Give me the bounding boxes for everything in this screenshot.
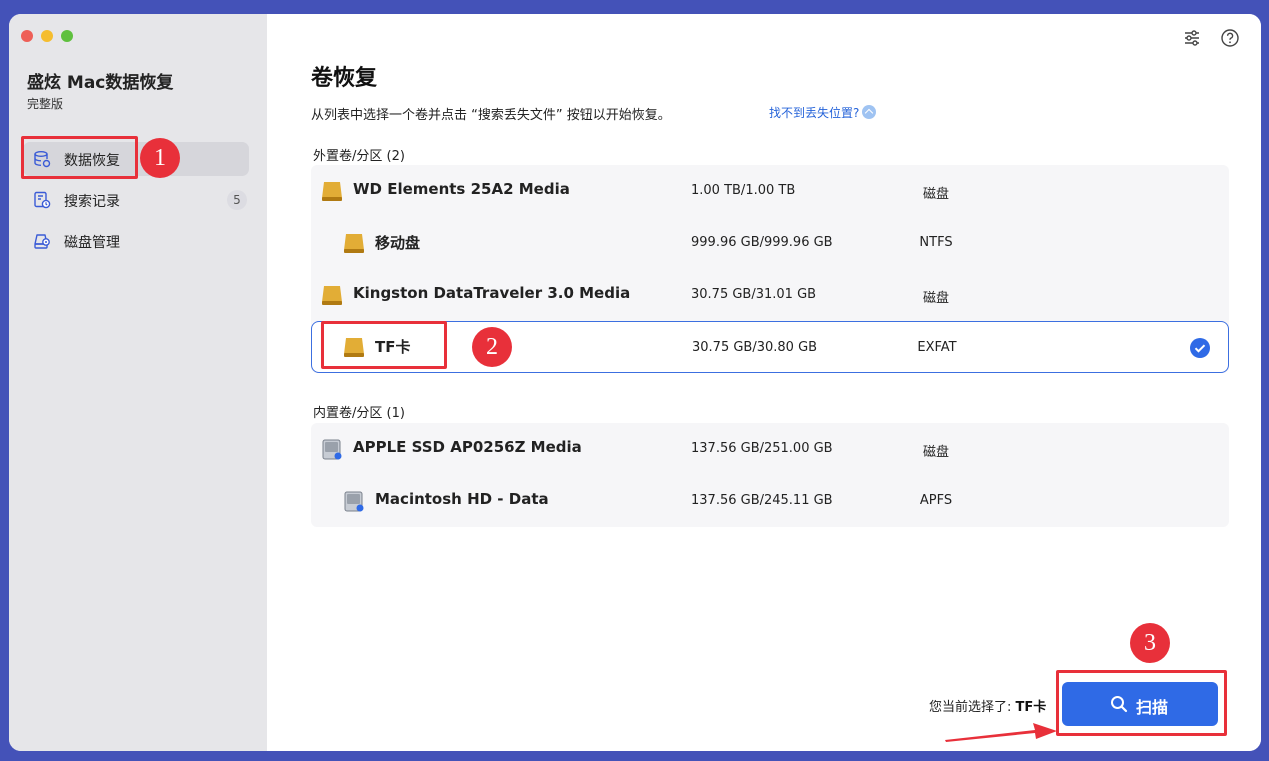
internal-disk-icon — [322, 439, 342, 460]
sidebar-item-search-history[interactable]: 搜索记录 5 — [23, 183, 249, 217]
volume-size: 30.75 GB/30.80 GB — [692, 340, 818, 355]
partition-disk-icon — [344, 234, 364, 253]
annotation-marker-2: 2 — [472, 327, 512, 367]
external-disk-icon — [322, 286, 342, 305]
volume-filesystem: EXFAT — [917, 340, 957, 355]
volume-row[interactable]: Macintosh HD - Data 137.56 GB/245.11 GB … — [311, 475, 1229, 527]
sidebar-item-label: 磁盘管理 — [64, 235, 120, 251]
chevron-up-icon — [862, 105, 877, 119]
volume-size: 999.96 GB/999.96 GB — [691, 235, 833, 250]
external-volume-list: WD Elements 25A2 Media 1.00 TB/1.00 TB 磁… — [311, 165, 1229, 373]
volume-size: 137.56 GB/251.00 GB — [691, 441, 833, 456]
annotation-arrow-icon — [945, 723, 1057, 742]
annotation-box-2 — [321, 321, 447, 369]
page-title: 卷恢复 — [311, 66, 378, 91]
sidebar-item-disk-management[interactable]: 磁盘管理 — [23, 224, 249, 258]
close-window-button[interactable] — [21, 30, 33, 42]
app-title: 盛炫 Mac数据恢复 — [27, 73, 174, 93]
sidebar-item-label: 搜索记录 — [64, 194, 120, 210]
internal-volumes-heading: 内置卷/分区 (1) — [313, 406, 405, 421]
cannot-find-location-link[interactable]: 找不到丢失位置? — [769, 104, 877, 121]
main-panel: 卷恢复 从列表中选择一个卷并点击 “搜索丢失文件” 按钮以开始恢复。 找不到丢失… — [267, 14, 1261, 751]
volume-name: Macintosh HD - Data — [375, 490, 549, 508]
volume-row[interactable]: 移动盘 999.96 GB/999.96 GB NTFS — [311, 217, 1229, 269]
volume-row[interactable]: WD Elements 25A2 Media 1.00 TB/1.00 TB 磁… — [311, 165, 1229, 217]
volume-name: Kingston DataTraveler 3.0 Media — [353, 284, 631, 302]
zoom-window-button[interactable] — [61, 30, 73, 42]
app-window: 盛炫 Mac数据恢复 完整版 数据恢复 搜索记录 5 磁盘管理 1 卷恢复 从列… — [9, 14, 1261, 751]
volume-size: 1.00 TB/1.00 TB — [691, 183, 796, 198]
volume-filesystem: 磁盘 — [922, 445, 949, 460]
volume-size: 137.56 GB/245.11 GB — [691, 493, 833, 508]
help-link-label: 找不到丢失位置? — [769, 106, 860, 120]
search-history-count-badge: 5 — [227, 190, 247, 210]
sidebar: 盛炫 Mac数据恢复 完整版 数据恢复 搜索记录 5 磁盘管理 1 — [9, 14, 267, 751]
current-selection-value: TF卡 — [1015, 700, 1047, 715]
annotation-marker-1: 1 — [140, 138, 180, 178]
current-selection-text: 您当前选择了: TF卡 — [929, 696, 1046, 715]
volume-name: WD Elements 25A2 Media — [353, 180, 570, 198]
help-icon[interactable] — [1220, 28, 1240, 48]
annotation-marker-3: 3 — [1130, 623, 1170, 663]
volume-row[interactable]: APPLE SSD AP0256Z Media 137.56 GB/251.00… — [311, 423, 1229, 475]
internal-disk-icon — [344, 491, 364, 512]
volume-filesystem: APFS — [919, 493, 953, 508]
volume-row[interactable]: Kingston DataTraveler 3.0 Media 30.75 GB… — [311, 269, 1229, 321]
volume-name: APPLE SSD AP0256Z Media — [353, 438, 582, 456]
app-edition: 完整版 — [27, 97, 64, 111]
volume-filesystem: 磁盘 — [922, 291, 949, 306]
internal-volume-list: APPLE SSD AP0256Z Media 137.56 GB/251.00… — [311, 423, 1229, 527]
annotation-box-1 — [21, 136, 138, 179]
history-icon — [34, 191, 51, 209]
volume-filesystem: NTFS — [919, 235, 953, 250]
page-description: 从列表中选择一个卷并点击 “搜索丢失文件” 按钮以开始恢复。 — [311, 108, 671, 123]
current-selection-prefix: 您当前选择了: — [929, 700, 1016, 715]
volume-row-selected[interactable]: TF卡 30.75 GB/30.80 GB EXFAT — [311, 321, 1229, 373]
volume-filesystem: 磁盘 — [922, 187, 949, 202]
volume-name: 移动盘 — [375, 234, 421, 252]
external-disk-icon — [322, 182, 342, 201]
volume-size: 30.75 GB/31.01 GB — [691, 287, 817, 302]
external-volumes-heading: 外置卷/分区 (2) — [313, 149, 405, 164]
settings-sliders-icon[interactable] — [1182, 28, 1202, 48]
checkmark-circle-icon — [1190, 338, 1210, 358]
minimize-window-button[interactable] — [41, 30, 53, 42]
annotation-box-3 — [1056, 670, 1227, 736]
disk-manage-icon — [34, 234, 50, 249]
